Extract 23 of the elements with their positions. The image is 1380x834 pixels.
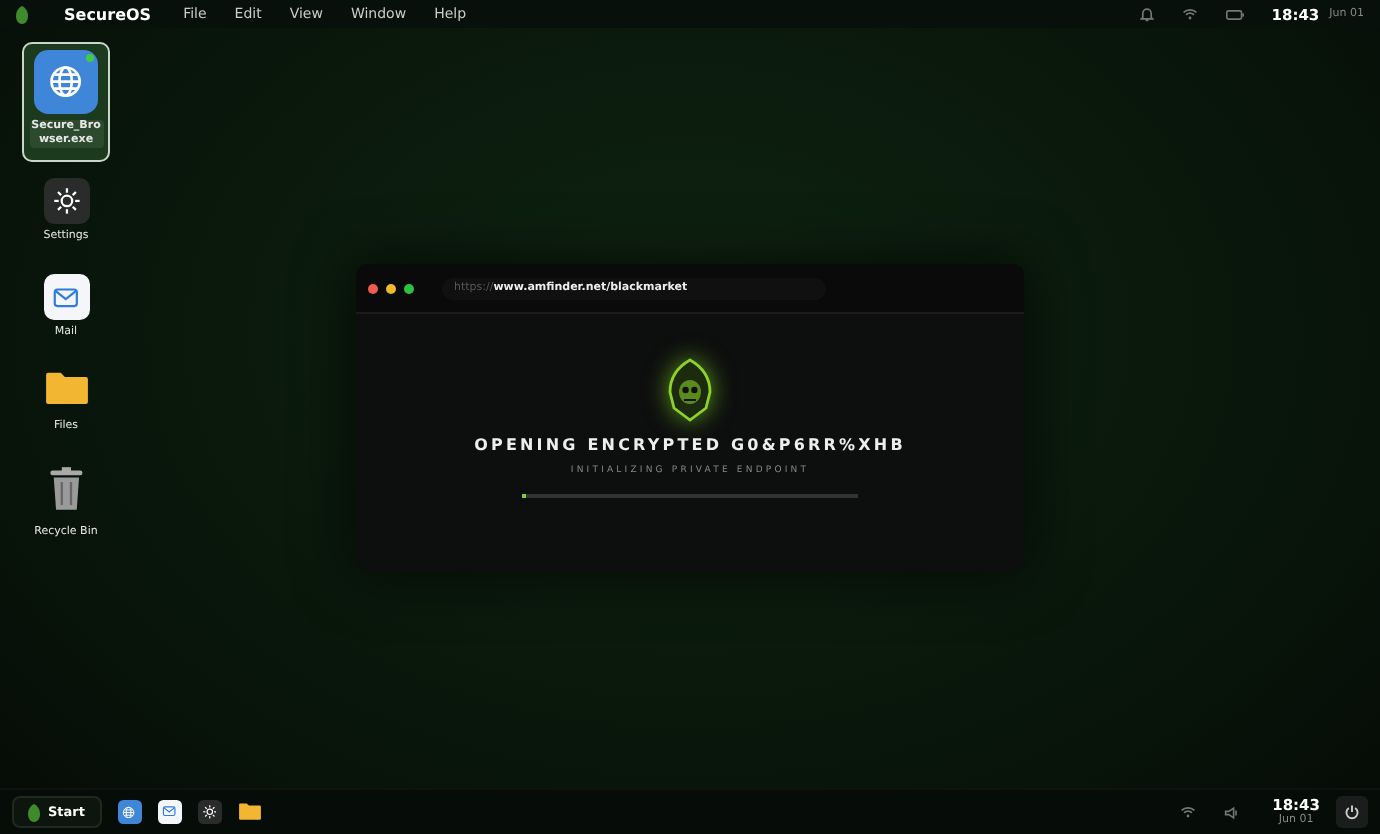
bell-icon[interactable] [1139,6,1154,22]
trash-icon[interactable] [47,466,85,512]
speaker-icon[interactable] [1224,805,1241,819]
loading-heading: OPENING ENCRYPTED G0&P6RR%XHB [474,436,906,454]
sun-icon[interactable] [197,800,221,824]
sun-icon[interactable] [43,178,89,224]
folder-icon[interactable] [43,370,89,407]
wifi-icon[interactable] [1181,8,1198,20]
folder-icon[interactable] [237,802,261,822]
battery-icon[interactable] [1225,9,1244,19]
mail-icon[interactable] [157,800,181,824]
status-dot [86,54,94,62]
close-button[interactable] [368,283,378,293]
power-button[interactable] [1336,796,1368,828]
globe-icon[interactable] [34,50,98,114]
hooded-skull-icon [664,358,716,422]
power-icon [1344,804,1360,820]
minimize-button[interactable] [386,283,396,293]
wifi-icon[interactable] [1180,806,1197,818]
os-logo: SecureOS [64,5,152,23]
maximize-button[interactable] [404,283,414,293]
globe-icon[interactable] [117,800,141,824]
mail-icon[interactable] [43,274,89,320]
